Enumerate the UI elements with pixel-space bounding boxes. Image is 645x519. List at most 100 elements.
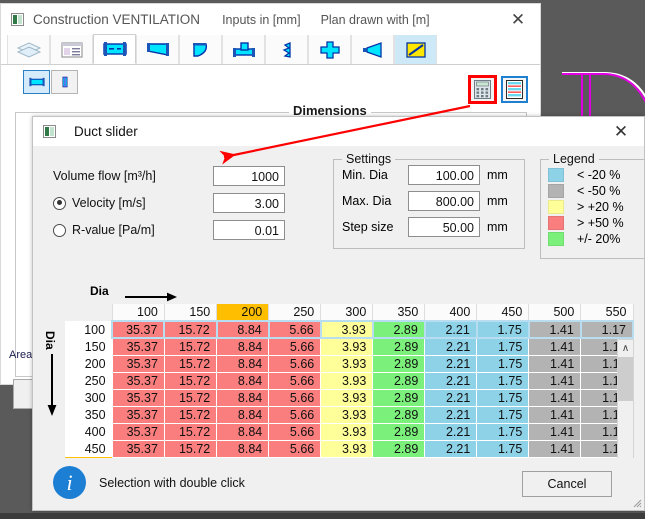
- volume-flow-input[interactable]: 1000: [213, 166, 285, 186]
- table-cell[interactable]: 8.84: [217, 321, 269, 338]
- row-header[interactable]: 200: [65, 355, 112, 372]
- table-cell[interactable]: 2.21: [425, 406, 477, 423]
- table-cell[interactable]: 5.66: [269, 406, 321, 423]
- table-cell[interactable]: 1.41: [529, 355, 581, 372]
- table-cell[interactable]: 2.21: [425, 423, 477, 440]
- table-cell[interactable]: 15.72: [164, 321, 216, 338]
- table-cell[interactable]: 8.84: [217, 372, 269, 389]
- table-cell[interactable]: 1.75: [477, 440, 529, 457]
- table-cell[interactable]: 2.21: [425, 355, 477, 372]
- table-cell[interactable]: 8.84: [217, 389, 269, 406]
- table-cell[interactable]: 15.72: [164, 355, 216, 372]
- tab-bend[interactable]: [179, 35, 222, 64]
- table-cell[interactable]: 3.93: [321, 321, 373, 338]
- row-header[interactable]: 250: [65, 372, 112, 389]
- table-cell[interactable]: 3.93: [321, 372, 373, 389]
- table-cell[interactable]: 8.84: [217, 338, 269, 355]
- table-cell[interactable]: 1.41: [529, 440, 581, 457]
- table-cell[interactable]: 35.37: [112, 372, 164, 389]
- rvalue-radio[interactable]: [53, 224, 66, 237]
- table-cell[interactable]: 35.37: [112, 321, 164, 338]
- table-cell[interactable]: 5.66: [269, 338, 321, 355]
- table-cell[interactable]: 1.41: [529, 406, 581, 423]
- table-cell[interactable]: 2.89: [373, 406, 425, 423]
- app-close-button[interactable]: ✕: [496, 5, 540, 35]
- table-cell[interactable]: 1.41: [529, 338, 581, 355]
- table-cell[interactable]: 3.93: [321, 423, 373, 440]
- row-header[interactable]: 300: [65, 389, 112, 406]
- tab-cross[interactable]: [308, 35, 351, 64]
- row-header[interactable]: 100: [65, 321, 112, 338]
- table-cell[interactable]: 15.72: [164, 389, 216, 406]
- table-cell[interactable]: 8.84: [217, 423, 269, 440]
- column-header[interactable]: 300: [321, 304, 373, 321]
- table-cell[interactable]: 1.41: [529, 321, 581, 338]
- table-cell[interactable]: 2.89: [373, 338, 425, 355]
- table-cell[interactable]: 15.72: [164, 440, 216, 457]
- table-cell[interactable]: 5.66: [269, 321, 321, 338]
- table-cell[interactable]: 5.66: [269, 440, 321, 457]
- min-dia-input[interactable]: 100.00: [408, 165, 480, 185]
- max-dia-input[interactable]: 800.00: [408, 191, 480, 211]
- table-cell[interactable]: 3.93: [321, 355, 373, 372]
- table-cell[interactable]: 2.89: [373, 423, 425, 440]
- table-cell[interactable]: 8.84: [217, 406, 269, 423]
- tab-diagonal[interactable]: [394, 35, 437, 64]
- table-cell[interactable]: 3.93: [321, 338, 373, 355]
- column-header[interactable]: 150: [164, 304, 216, 321]
- table-cell[interactable]: 1.75: [477, 423, 529, 440]
- tab-flex[interactable]: [265, 35, 308, 64]
- table-cell[interactable]: 1.41: [529, 372, 581, 389]
- table-cell[interactable]: 1.75: [477, 321, 529, 338]
- row-header[interactable]: 450: [65, 440, 112, 457]
- vscroll-thumb[interactable]: [618, 357, 633, 401]
- table-cell[interactable]: 15.72: [164, 338, 216, 355]
- column-header[interactable]: 400: [425, 304, 477, 321]
- table-cell[interactable]: 35.37: [112, 440, 164, 457]
- velocity-radio[interactable]: [53, 197, 66, 210]
- table-cell[interactable]: 35.37: [112, 423, 164, 440]
- toolbar-calculator[interactable]: [472, 79, 493, 100]
- column-header[interactable]: 450: [477, 304, 529, 321]
- table-cell[interactable]: 1.41: [529, 389, 581, 406]
- table-cell[interactable]: 2.21: [425, 321, 477, 338]
- column-header[interactable]: 500: [529, 304, 581, 321]
- column-header[interactable]: 100: [112, 304, 164, 321]
- toolbar-section-view[interactable]: [51, 70, 78, 94]
- table-cell[interactable]: 2.21: [425, 440, 477, 457]
- table-cell[interactable]: 2.89: [373, 355, 425, 372]
- table-cell[interactable]: 2.21: [425, 338, 477, 355]
- table-cell[interactable]: 2.21: [425, 372, 477, 389]
- table-cell[interactable]: 5.66: [269, 389, 321, 406]
- table-cell[interactable]: 2.89: [373, 321, 425, 338]
- column-header[interactable]: 350: [373, 304, 425, 321]
- table-cell[interactable]: 5.66: [269, 372, 321, 389]
- row-header[interactable]: 350: [65, 406, 112, 423]
- table-cell[interactable]: 15.72: [164, 372, 216, 389]
- table-cell[interactable]: 1.17: [581, 321, 633, 338]
- scroll-up-arrow[interactable]: ∧: [618, 340, 633, 357]
- column-header[interactable]: 550: [581, 304, 633, 321]
- tab-duct[interactable]: [93, 34, 136, 64]
- table-cell[interactable]: 1.75: [477, 355, 529, 372]
- velocity-input[interactable]: 3.00: [213, 193, 285, 213]
- tab-tee[interactable]: [222, 35, 265, 64]
- tab-sheet[interactable]: [50, 35, 93, 64]
- tab-3d-box[interactable]: [7, 35, 50, 64]
- column-header[interactable]: 250: [269, 304, 321, 321]
- step-size-input[interactable]: 50.00: [408, 217, 480, 237]
- table-cell[interactable]: 1.75: [477, 406, 529, 423]
- rvalue-input[interactable]: 0.01: [213, 220, 285, 240]
- cancel-button[interactable]: Cancel: [522, 471, 612, 497]
- column-header[interactable]: 200: [217, 304, 269, 321]
- dialog-close-button[interactable]: ✕: [598, 118, 644, 146]
- table-cell[interactable]: 15.72: [164, 423, 216, 440]
- table-cell[interactable]: 2.89: [373, 389, 425, 406]
- table-cell[interactable]: 15.72: [164, 406, 216, 423]
- table-cell[interactable]: 35.37: [112, 338, 164, 355]
- tab-transition[interactable]: [136, 35, 179, 64]
- table-cell[interactable]: 3.93: [321, 440, 373, 457]
- table-cell[interactable]: 3.93: [321, 406, 373, 423]
- resize-grip[interactable]: [630, 496, 642, 508]
- table-cell[interactable]: 2.89: [373, 372, 425, 389]
